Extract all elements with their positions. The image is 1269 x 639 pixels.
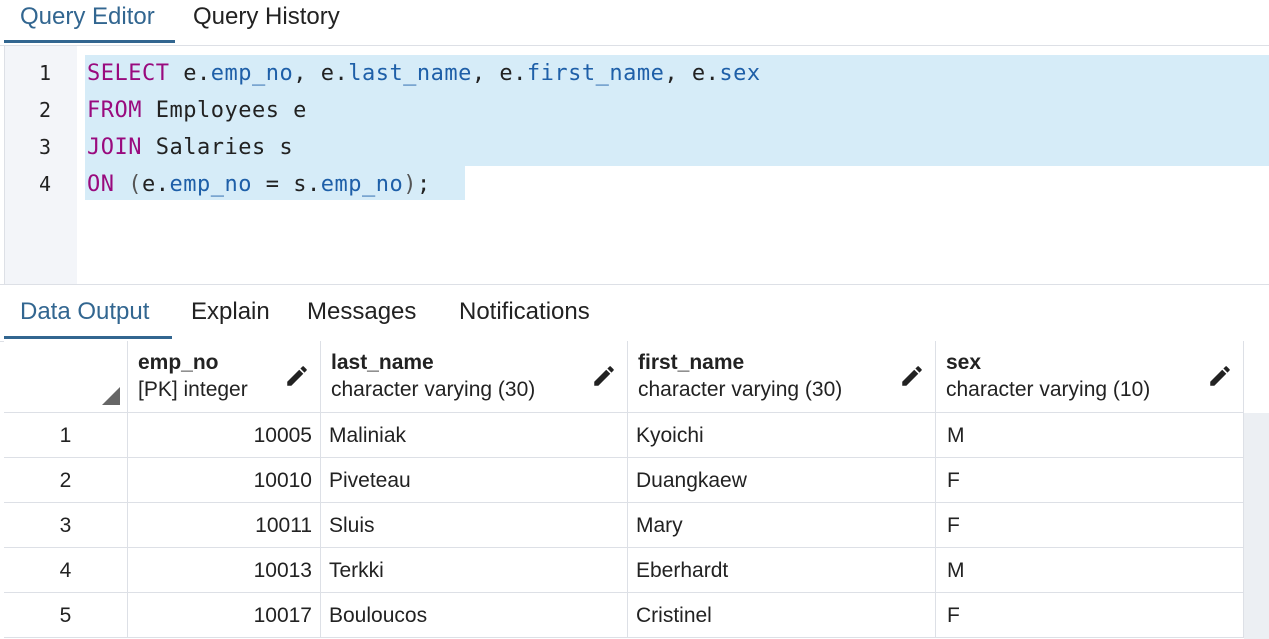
- sql-editor[interactable]: 1 2 3 4 SELECT e.emp_no, e.last_name, e.…: [4, 46, 1269, 284]
- tab-notifications[interactable]: Notifications: [459, 285, 590, 338]
- column-name: sex: [946, 351, 982, 374]
- row-number[interactable]: 4: [4, 548, 128, 593]
- cell-sex[interactable]: F: [936, 458, 1244, 503]
- tab-explain[interactable]: Explain: [191, 285, 270, 338]
- cell-emp-no[interactable]: 10010: [128, 458, 321, 503]
- cell-emp-no[interactable]: 10017: [128, 593, 321, 638]
- cell-first-name[interactable]: Duangkaew: [628, 458, 936, 503]
- column-type: [PK] integer: [138, 378, 248, 401]
- edit-pencil-icon[interactable]: [1207, 363, 1233, 389]
- cell-last-name[interactable]: Bouloucos: [321, 593, 628, 638]
- tab-query-editor[interactable]: Query Editor: [20, 0, 155, 43]
- cell-emp-no[interactable]: 10011: [128, 503, 321, 548]
- table-row[interactable]: 1 10005 Maliniak Kyoichi M: [4, 413, 1244, 458]
- tab-query-history[interactable]: Query History: [193, 0, 340, 43]
- column-type: character varying (10): [946, 378, 1151, 401]
- row-number[interactable]: 1: [4, 413, 128, 458]
- table-row[interactable]: 2 10010 Piveteau Duangkaew F: [4, 458, 1244, 503]
- tab-messages[interactable]: Messages: [307, 285, 416, 338]
- column-header-last-name[interactable]: last_name character varying (30): [321, 341, 628, 413]
- line-number: 3: [38, 135, 51, 159]
- cell-first-name[interactable]: Cristinel: [628, 593, 936, 638]
- cell-sex[interactable]: F: [936, 503, 1244, 548]
- table-row[interactable]: 4 10013 Terkki Eberhardt M: [4, 548, 1244, 593]
- column-header-emp-no[interactable]: emp_no [PK] integer: [128, 341, 321, 413]
- table-row[interactable]: 5 10017 Bouloucos Cristinel F: [4, 593, 1244, 638]
- cell-last-name[interactable]: Sluis: [321, 503, 628, 548]
- editor-tab-bar: Query Editor Query History: [0, 0, 1269, 46]
- cell-first-name[interactable]: Kyoichi: [628, 413, 936, 458]
- cell-first-name[interactable]: Mary: [628, 503, 936, 548]
- row-number[interactable]: 5: [4, 593, 128, 638]
- row-number[interactable]: 2: [4, 458, 128, 503]
- cell-sex[interactable]: M: [936, 413, 1244, 458]
- line-number: 1: [38, 61, 51, 85]
- results-tab-bar: Data Output Explain Messages Notificatio…: [0, 284, 1269, 342]
- code-line-4: ON (e.emp_no = s.emp_no);: [87, 172, 431, 197]
- tab-data-output[interactable]: Data Output: [20, 285, 149, 338]
- active-tab-indicator: [4, 40, 175, 43]
- column-header-first-name[interactable]: first_name character varying (30): [628, 341, 936, 413]
- column-type: character varying (30): [331, 378, 536, 401]
- grid-corner-cell[interactable]: [4, 341, 128, 413]
- column-name: last_name: [331, 351, 434, 374]
- data-output-grid: emp_no [PK] integer last_name character …: [4, 341, 1269, 639]
- cell-last-name[interactable]: Piveteau: [321, 458, 628, 503]
- column-name: emp_no: [138, 351, 219, 374]
- line-number: 2: [38, 98, 51, 122]
- cell-emp-no[interactable]: 10005: [128, 413, 321, 458]
- grid-scroll-track[interactable]: [1244, 413, 1269, 639]
- cell-sex[interactable]: M: [936, 548, 1244, 593]
- column-header-sex[interactable]: sex character varying (10): [936, 341, 1244, 413]
- table-row[interactable]: 3 10011 Sluis Mary F: [4, 503, 1244, 548]
- line-number: 4: [38, 172, 51, 196]
- active-results-tab-indicator: [4, 336, 172, 339]
- edit-pencil-icon[interactable]: [591, 363, 617, 389]
- cell-sex[interactable]: F: [936, 593, 1244, 638]
- cell-first-name[interactable]: Eberhardt: [628, 548, 936, 593]
- select-all-triangle-icon[interactable]: [102, 387, 120, 405]
- cell-emp-no[interactable]: 10013: [128, 548, 321, 593]
- edit-pencil-icon[interactable]: [284, 363, 310, 389]
- cell-last-name[interactable]: Maliniak: [321, 413, 628, 458]
- code-line-3: JOIN Salaries s: [87, 135, 294, 160]
- column-name: first_name: [638, 351, 745, 374]
- code-line-1: SELECT e.emp_no, e.last_name, e.first_na…: [87, 61, 761, 86]
- column-type: character varying (30): [638, 378, 843, 401]
- row-number[interactable]: 3: [4, 503, 128, 548]
- edit-pencil-icon[interactable]: [899, 363, 925, 389]
- code-line-2: FROM Employees e: [87, 98, 307, 123]
- cell-last-name[interactable]: Terkki: [321, 548, 628, 593]
